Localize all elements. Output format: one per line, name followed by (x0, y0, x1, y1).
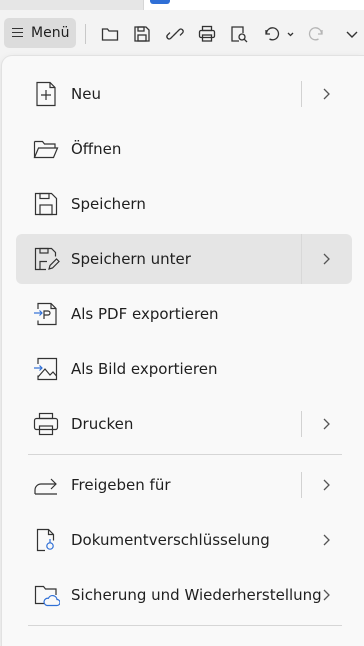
hamburger-icon (12, 27, 23, 39)
backup-restore-icon (32, 581, 61, 609)
menu-item-label: Freigeben für (71, 476, 171, 494)
menu-item-label: Dokumentverschlüsselung (71, 531, 270, 549)
print-preview-icon[interactable] (227, 22, 251, 46)
menu-item-label: Drucken (71, 415, 134, 433)
menu-button[interactable]: Menü (4, 18, 76, 48)
file-menu-panel: Neu Öffnen Speichern Speichern unter Als… (2, 56, 364, 646)
redo-icon[interactable] (306, 22, 342, 46)
menu-item-print[interactable]: Drucken (16, 399, 352, 449)
menu-button-label: Menü (31, 25, 70, 41)
menu-item-label: Als Bild exportieren (71, 360, 218, 378)
export-image-icon (32, 355, 60, 383)
chevron-right-icon[interactable] (318, 477, 334, 493)
menu-item-label: Sicherung und Wiederherstellung (71, 586, 322, 604)
open-folder-icon[interactable] (98, 22, 122, 46)
menu-divider (28, 625, 342, 626)
menu-item-label: Speichern (71, 195, 146, 213)
chevron-right-icon[interactable] (318, 587, 334, 603)
tab-strip (0, 0, 364, 10)
menu-item-export-pdf[interactable]: Als PDF exportieren (16, 289, 352, 339)
undo-icon[interactable] (260, 22, 296, 46)
menu-divider (28, 454, 342, 455)
print-icon[interactable] (195, 22, 219, 46)
menu-item-label: Als PDF exportieren (71, 305, 219, 323)
menu-item-label: Öffnen (71, 140, 122, 158)
share-icon (32, 471, 60, 499)
menu-item-label: Neu (71, 85, 101, 103)
split-divider (301, 81, 302, 107)
chevron-right-icon[interactable] (318, 416, 334, 432)
menu-item-label: Speichern unter (71, 250, 191, 268)
link-icon[interactable] (163, 22, 187, 46)
tab-accent-icon (150, 0, 170, 4)
menu-item-share[interactable]: Freigeben für (16, 460, 352, 510)
split-divider (301, 472, 302, 498)
document-tab[interactable] (143, 0, 364, 10)
chevron-right-icon[interactable] (318, 251, 334, 267)
split-divider (301, 411, 302, 437)
menu-item-save[interactable]: Speichern (16, 179, 352, 229)
quick-access-toolbar: Menü (0, 10, 364, 56)
menu-item-open[interactable]: Öffnen (16, 124, 352, 174)
print-icon (32, 410, 60, 438)
chevron-right-icon[interactable] (318, 532, 334, 548)
split-divider (301, 234, 302, 284)
chevron-right-icon[interactable] (318, 86, 334, 102)
menu-item-new[interactable]: Neu (16, 69, 352, 119)
new-document-icon (32, 80, 60, 108)
menu-item-document-encryption[interactable]: Dokumentverschlüsselung (16, 515, 352, 565)
menu-item-backup-restore[interactable]: Sicherung und Wiederherstellung (16, 570, 352, 620)
menu-item-export-image[interactable]: Als Bild exportieren (16, 344, 352, 394)
menu-item-save-as[interactable]: Speichern unter (16, 234, 352, 284)
save-icon[interactable] (130, 22, 154, 46)
more-chevron-icon[interactable] (340, 22, 364, 46)
export-pdf-icon (32, 300, 60, 328)
save-icon (32, 190, 60, 218)
toolbar-divider (85, 24, 86, 44)
save-as-icon (32, 245, 60, 273)
document-encryption-icon (32, 526, 60, 554)
open-folder-icon (32, 135, 60, 163)
